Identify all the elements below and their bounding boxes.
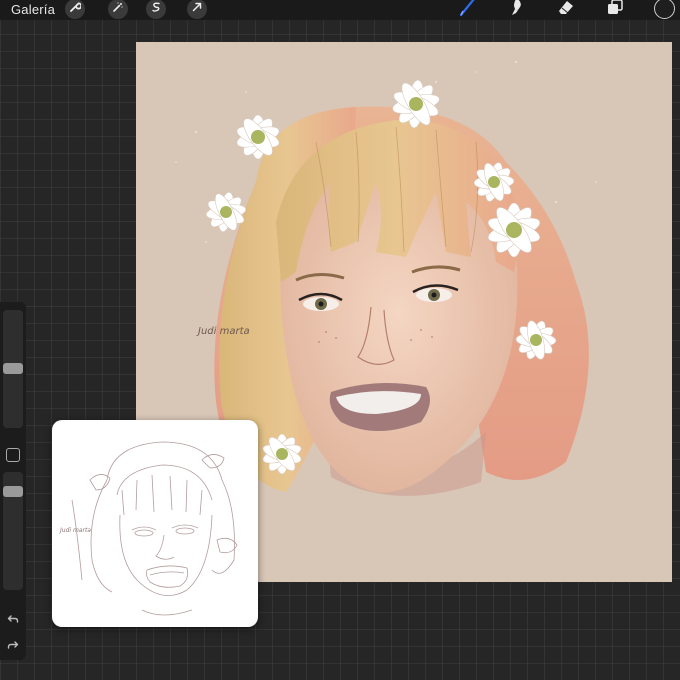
redo-button[interactable] (5, 638, 21, 654)
redo-icon (7, 639, 19, 654)
brush-icon (457, 0, 479, 23)
smudge-icon (507, 0, 527, 22)
brush-size-slider[interactable] (3, 310, 23, 428)
actions-button[interactable] (65, 0, 85, 19)
layers-icon (605, 0, 625, 22)
undo-button[interactable] (5, 612, 21, 628)
selection-button[interactable] (146, 0, 166, 19)
opacity-thumb[interactable] (3, 486, 23, 498)
adjustments-button[interactable] (108, 0, 128, 19)
layers-button[interactable] (603, 0, 627, 20)
transform-arrow-icon (191, 0, 203, 18)
color-picker-button[interactable] (654, 0, 675, 19)
reference-window[interactable]: Judi marta (52, 420, 258, 627)
modify-button[interactable] (6, 448, 20, 462)
eraser-icon (556, 0, 576, 22)
left-sidebar (0, 302, 26, 660)
signature-text: Judi marta (196, 326, 250, 337)
brush-tool[interactable] (456, 0, 480, 20)
top-toolbar: Galería (0, 0, 680, 20)
brush-size-thumb[interactable] (3, 363, 23, 375)
magic-wand-icon (112, 0, 124, 18)
transform-button[interactable] (187, 0, 207, 19)
undo-icon (7, 613, 19, 628)
gallery-button[interactable]: Galería (11, 2, 55, 17)
eraser-tool[interactable] (554, 0, 578, 20)
reference-signature: Judi marta (59, 527, 91, 534)
wrench-icon (69, 0, 83, 18)
opacity-slider[interactable] (3, 472, 23, 590)
reference-sketch: Judi marta (59, 441, 238, 616)
smudge-tool[interactable] (505, 0, 529, 20)
selection-icon (150, 0, 162, 18)
